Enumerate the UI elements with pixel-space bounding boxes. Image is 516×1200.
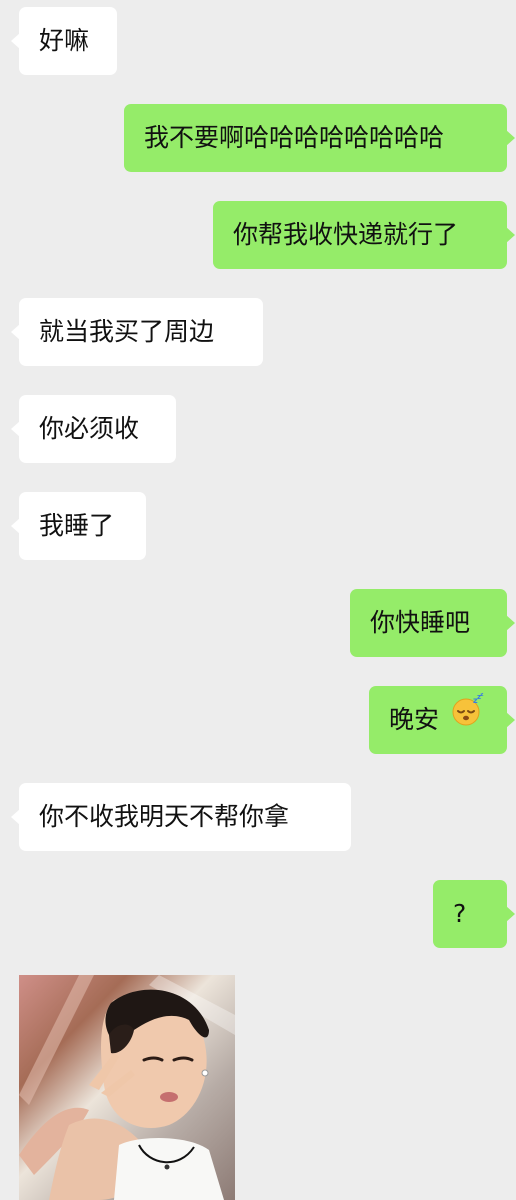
message-bubble-incoming[interactable]: 你不收我明天不帮你拿 [11,783,351,851]
message-bubble-incoming[interactable]: 好嘛 [11,7,117,75]
message-text: 晚安 [389,705,440,734]
message-text: 你不收我明天不帮你拿 [39,802,290,831]
message-bubble-outgoing[interactable]: 你帮我收快递就行了 [213,201,515,269]
sleeping-face-icon: z z z [451,685,485,753]
message-bubble-outgoing[interactable]: ? [433,880,515,948]
message-text: ? [453,899,467,928]
message-bubble-incoming[interactable]: 就当我买了周边 [11,298,263,366]
svg-text:z: z [480,693,484,698]
message-text: 你必须收 [39,414,140,443]
message-text: 你帮我收快递就行了 [233,220,459,249]
chat-area: 好嘛 我不要啊哈哈哈哈哈哈哈哈 你帮我收快递就行了 就当我买了周边 你必须收 我… [0,0,516,1200]
message-text: 我睡了 [39,511,115,540]
photo-sticker-icon[interactable] [19,975,235,1200]
message-text: 就当我买了周边 [39,317,215,346]
message-text: 你快睡吧 [370,608,471,637]
message-bubble-incoming[interactable]: 我睡了 [11,492,146,560]
message-bubble-incoming[interactable]: 你必须收 [11,395,176,463]
message-bubble-outgoing[interactable]: 你快睡吧 [350,589,515,657]
message-bubble-outgoing[interactable]: 我不要啊哈哈哈哈哈哈哈哈 [124,104,515,172]
message-text: 我不要啊哈哈哈哈哈哈哈哈 [144,123,445,152]
message-text: 好嘛 [39,26,90,55]
message-bubble-outgoing[interactable]: 晚安 z z z [369,685,515,754]
